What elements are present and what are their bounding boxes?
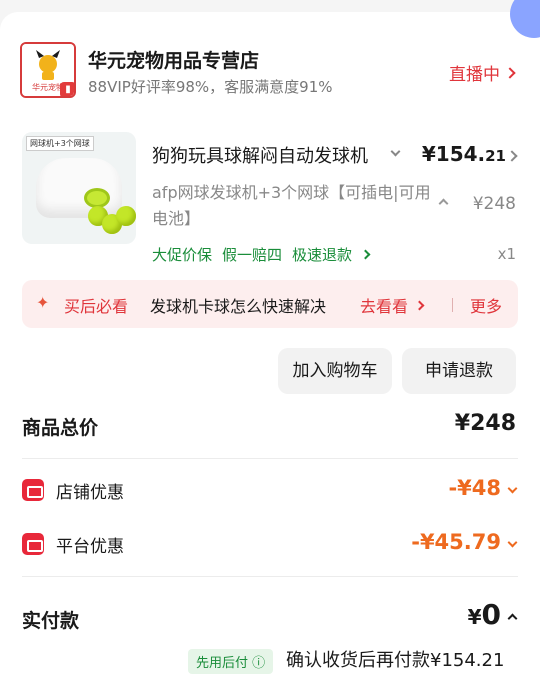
store-coupon-icon [22, 479, 44, 501]
paid-value[interactable]: ¥0 [468, 598, 518, 631]
service-tag: 假一赔四 [222, 246, 283, 264]
product-thumbnail[interactable]: 网球机+3个网球 [22, 132, 136, 244]
service-tag: 极速退款 [292, 246, 353, 264]
divider [22, 576, 518, 577]
sparkle-icon: ✦ [36, 293, 50, 312]
order-card: 华元宠物 ▮ 华元宠物用品专营店 88VIP好评率98%，客服满意度91% 直播… [0, 0, 540, 677]
store-discount-label: 店铺优惠 [56, 483, 124, 503]
original-price: ¥248 [472, 194, 516, 214]
chevron-right-icon [504, 66, 516, 79]
add-to-cart-button[interactable]: 加入购物车 [278, 348, 392, 394]
goods-total-value: ¥248 [454, 411, 516, 436]
product-title[interactable]: 狗狗玩具球解闷自动发球机 [152, 142, 382, 168]
after-sale-question[interactable]: 发球机卡球怎么快速解决 [150, 293, 330, 317]
go-see-link[interactable]: 去看看 [360, 293, 425, 317]
after-sale-label: 买后必看 [64, 297, 129, 316]
live-link[interactable]: 直播中 [449, 60, 516, 85]
chevron-up-icon [507, 613, 518, 624]
shop-badge-icon: ▮ [60, 82, 74, 96]
store-name[interactable]: 华元宠物用品专营店 [88, 46, 259, 73]
store-logo[interactable]: 华元宠物 ▮ [20, 42, 76, 98]
more-link[interactable]: 更多 [470, 293, 502, 317]
pay-later-badge[interactable]: 先用后付 ⓘ [188, 649, 274, 674]
service-tag: 大促价保 [152, 246, 213, 264]
product-price: ¥154.21 [421, 142, 506, 166]
after-sale-bar[interactable]: ✦ 买后必看 发球机卡球怎么快速解决 去看看 更多 [22, 280, 518, 328]
goods-total-label: 商品总价 [22, 417, 99, 439]
chevron-right-icon[interactable] [506, 150, 518, 162]
chevron-right-icon [414, 300, 425, 310]
request-refund-button[interactable]: 申请退款 [402, 348, 516, 394]
product-spec[interactable]: afp网球发球机+3个网球【可插电|可用电池】 [152, 180, 434, 232]
chevron-up-icon[interactable] [438, 198, 449, 209]
chevron-down-icon[interactable] [390, 146, 401, 157]
tennis-ball-icon [116, 206, 136, 226]
store-rating: 88VIP好评率98%，客服满意度91% [88, 78, 333, 96]
platform-coupon-icon [22, 533, 44, 555]
platform-discount-value[interactable]: -¥45.79 [411, 530, 518, 554]
store-discount-value[interactable]: -¥48 [448, 476, 518, 500]
live-label: 直播中 [449, 65, 500, 85]
paid-label: 实付款 [22, 610, 80, 632]
chevron-right-icon [360, 249, 371, 260]
thumbnail-tag: 网球机+3个网球 [26, 136, 94, 151]
platform-discount-label: 平台优惠 [56, 537, 124, 557]
service-tags[interactable]: 大促价保 假一赔四 极速退款 [152, 244, 371, 265]
chevron-down-icon [507, 483, 518, 493]
pay-later-text: 确认收货后再付款¥154.21 [286, 650, 505, 671]
divider [22, 458, 518, 459]
quantity: x1 [497, 245, 516, 263]
divider [452, 298, 453, 312]
chevron-down-icon [507, 537, 518, 547]
ball-launcher-image [36, 158, 122, 218]
floating-assistant-icon[interactable] [510, 0, 540, 38]
